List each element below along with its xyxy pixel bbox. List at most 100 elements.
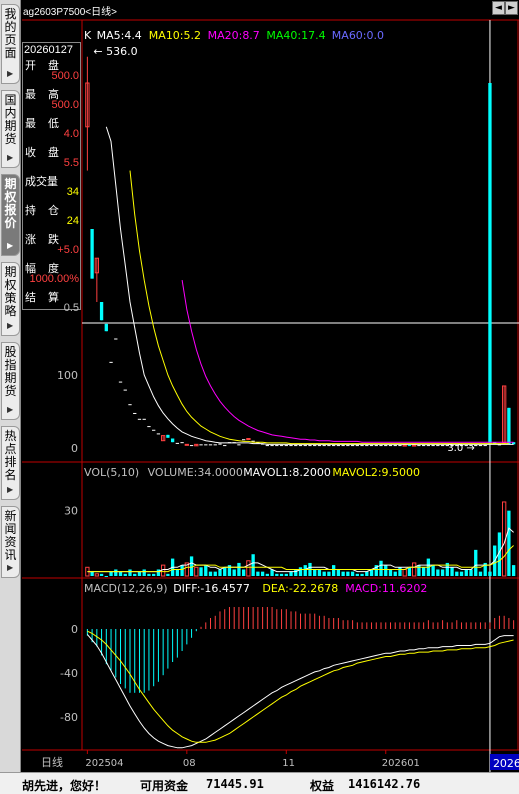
volume-bar xyxy=(142,569,146,576)
ma5-line xyxy=(105,126,514,445)
kline-legend-5: MA60:0.0 xyxy=(332,29,384,42)
candle-body xyxy=(184,443,189,446)
volume-bar xyxy=(346,571,350,576)
candle-body xyxy=(350,445,355,447)
volume-legend-3: MAVOL2:9.5000 xyxy=(332,466,420,479)
tab-label: 期权报价 xyxy=(4,177,17,230)
user-greeting: 胡先进，您好！ xyxy=(22,779,107,793)
kline-legend-0: K xyxy=(84,29,92,42)
volume-bar xyxy=(455,571,459,576)
info-value: 24 xyxy=(66,215,79,227)
volume-bar xyxy=(488,571,492,576)
candle-body xyxy=(270,445,274,447)
macd-legend-1: DIFF:-16.4577 xyxy=(173,582,250,595)
info-value: 4.0 xyxy=(63,128,79,140)
volume-bar xyxy=(459,571,464,576)
volume-bar xyxy=(133,573,137,576)
info-value: 5.5 xyxy=(63,157,79,169)
candle-body xyxy=(365,445,369,447)
candle-body xyxy=(189,445,194,447)
volume-bar xyxy=(421,567,426,576)
candle-body xyxy=(331,445,336,447)
volume-bar xyxy=(379,560,383,576)
info-value: 0.5 xyxy=(63,302,79,314)
xaxis-label: 日线 xyxy=(41,755,63,769)
candle-body xyxy=(166,434,170,438)
volume-bar xyxy=(166,573,170,576)
candle-body xyxy=(237,444,241,446)
tab-3[interactable]: 期权报价 ▶ xyxy=(1,174,20,256)
nav-left-button[interactable]: ◄ xyxy=(492,1,505,15)
volume-bar xyxy=(99,573,104,576)
candle-body xyxy=(341,445,345,447)
tab-7[interactable]: 新闻资讯 ▶ xyxy=(1,506,20,578)
volume-ytick-30: 30 xyxy=(64,505,78,518)
candle-body xyxy=(327,445,331,447)
volume-bar xyxy=(398,567,402,576)
volume-bar xyxy=(402,568,407,577)
volume-bar xyxy=(436,569,440,576)
candle-body xyxy=(298,445,303,447)
candle-body xyxy=(317,445,322,447)
volume-bar xyxy=(175,569,180,576)
candle-body xyxy=(275,445,279,447)
ma20-line xyxy=(181,280,514,443)
volume-bar xyxy=(204,565,208,576)
volume-bar xyxy=(298,567,303,576)
candle-body xyxy=(421,445,426,447)
volume-bar xyxy=(474,549,478,576)
volume-bar xyxy=(160,564,166,577)
tab-1[interactable]: 我的页面 ▶ xyxy=(1,4,20,84)
tab-label: 股指期货 xyxy=(4,345,17,398)
chart-window: K MA5:4.4 MA10:5.2 MA20:8.7 MA40:17.4 MA60:0.… xyxy=(22,0,519,772)
cursor-date-label: 2026-01-27(二) xyxy=(493,757,519,770)
candle-body xyxy=(109,361,113,363)
candle-body xyxy=(294,445,298,447)
volume-bar xyxy=(152,573,156,576)
kline-chart[interactable]: K MA5:4.4 MA10:5.2 MA20:8.7 MA40:17.4 MA60:0.… xyxy=(22,0,519,772)
candle-body xyxy=(478,445,483,447)
diff-line xyxy=(87,634,514,749)
tab-arrow-icon: ▶ xyxy=(7,321,14,330)
tab-2[interactable]: 国内期货 ▶ xyxy=(1,90,20,168)
volume-bar xyxy=(237,562,241,576)
volume-bar xyxy=(289,571,293,576)
volume-bar xyxy=(137,571,142,576)
tab-6[interactable]: 热点排名 ▶ xyxy=(1,426,20,500)
info-date: 20260127 xyxy=(24,44,73,56)
tab-label: 国内期货 xyxy=(4,93,17,146)
volume-bar xyxy=(128,569,132,576)
volume-bar xyxy=(123,573,127,576)
tab-label: 新闻资讯 xyxy=(4,509,17,562)
volume-bar xyxy=(104,576,108,577)
tab-label: 期权策略 xyxy=(4,265,17,318)
candle-body xyxy=(208,444,213,446)
candle-body xyxy=(218,443,222,445)
tab-5[interactable]: 股指期货 ▶ xyxy=(1,342,20,420)
tab-arrow-icon: ▶ xyxy=(7,563,14,572)
info-label: 成交量 xyxy=(25,175,58,188)
volume-bar xyxy=(279,573,284,576)
volume-bar xyxy=(355,573,359,576)
volume-bar xyxy=(469,569,473,576)
candle-body xyxy=(436,445,440,447)
volume-bar xyxy=(303,565,307,576)
tab-4[interactable]: 期权策略 ▶ xyxy=(1,262,20,336)
kline-legend-2: MA10:5.2 xyxy=(149,29,201,42)
candle-body xyxy=(426,445,431,447)
candle-body xyxy=(279,445,284,447)
candle-body xyxy=(289,445,293,447)
candle-body xyxy=(147,426,151,428)
volume-bar xyxy=(213,571,217,576)
candle-body xyxy=(388,445,393,447)
volume-bar xyxy=(350,571,355,576)
candle-body xyxy=(398,445,402,447)
kline-legend-4: MA40:17.4 xyxy=(266,29,325,42)
volume-bar xyxy=(294,569,298,576)
nav-right-button[interactable]: ► xyxy=(505,1,518,15)
volume-bar xyxy=(478,571,483,576)
candle-body xyxy=(374,445,378,447)
candle-body xyxy=(483,445,487,447)
volume-bar xyxy=(317,569,322,576)
candle-body xyxy=(507,407,511,445)
